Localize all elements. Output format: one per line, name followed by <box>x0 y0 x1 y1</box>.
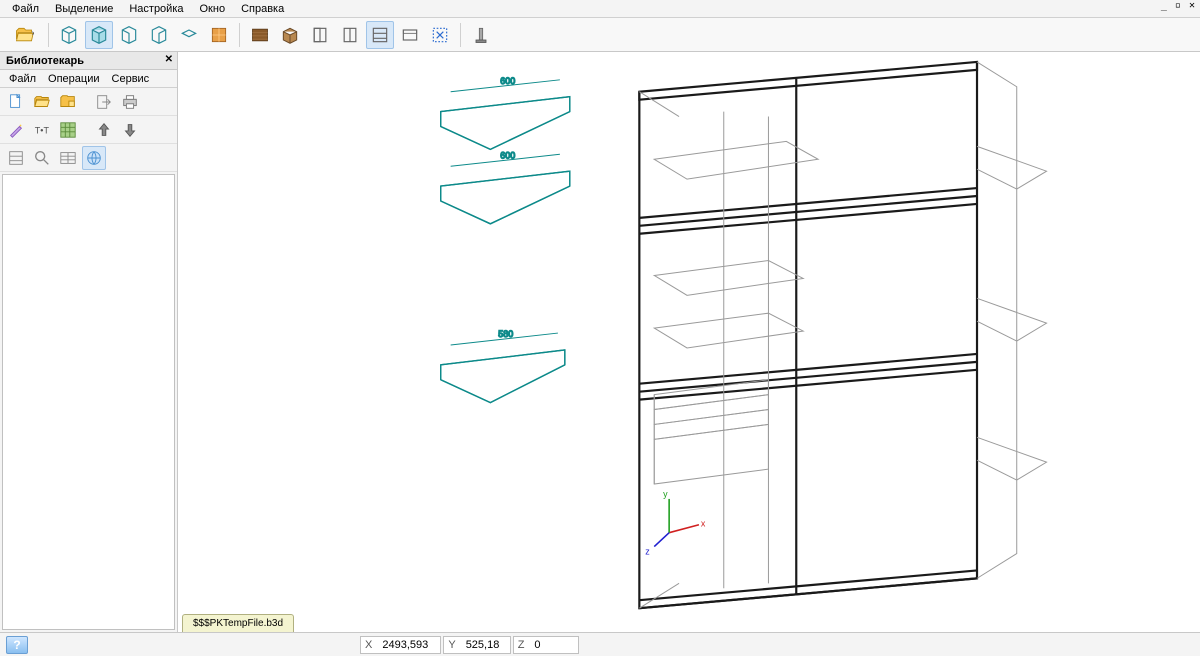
view-right-icon[interactable] <box>145 21 173 49</box>
view-iso-icon[interactable] <box>85 21 113 49</box>
status-bar: ? X 2493,593 Y 525,18 Z 0 <box>0 632 1200 656</box>
axis-z-label: z <box>645 547 650 557</box>
window-controls[interactable]: _ ▫ ✕ <box>1161 0 1196 11</box>
panel-close-icon[interactable]: ✕ <box>165 54 173 65</box>
export-icon[interactable] <box>92 90 116 114</box>
coord-z-value[interactable]: 0 <box>528 639 578 651</box>
globe-icon[interactable] <box>82 146 106 170</box>
dim-shelf-1: 600 <box>500 76 515 86</box>
axis-x-label: x <box>701 519 706 529</box>
librarian-panel: Библиотекарь ✕ Файл Операции Сервис T•T <box>0 52 178 632</box>
arrow-down-icon[interactable] <box>118 118 142 142</box>
menu-window[interactable]: Окно <box>194 2 232 16</box>
svg-text:T•T: T•T <box>35 125 50 135</box>
view-front-icon[interactable] <box>55 21 83 49</box>
panel-toolbar-3 <box>0 144 177 172</box>
coordinate-readout: X 2493,593 Y 525,18 Z 0 <box>360 636 579 654</box>
menu-settings[interactable]: Настройка <box>123 2 189 16</box>
coord-y-label: Y <box>444 639 459 651</box>
panel-menu: Файл Операции Сервис <box>0 70 177 88</box>
coord-z-label: Z <box>514 639 529 651</box>
new-doc-icon[interactable] <box>4 90 28 114</box>
print-icon[interactable] <box>118 90 142 114</box>
search-icon[interactable] <box>30 146 54 170</box>
list-icon[interactable] <box>4 146 28 170</box>
select-tool-icon[interactable] <box>426 21 454 49</box>
grid-icon[interactable] <box>56 118 80 142</box>
library-tree[interactable] <box>2 174 175 630</box>
panel-menu-service[interactable]: Сервис <box>107 72 155 86</box>
table-icon[interactable] <box>56 146 80 170</box>
help-button[interactable]: ? <box>6 636 28 654</box>
3d-viewport[interactable]: 600 600 580 <box>178 52 1200 632</box>
3d-drawing: 600 600 580 <box>178 52 1200 632</box>
file-tab[interactable]: $$$PKTempFile.b3d <box>182 614 294 632</box>
save-folder-icon[interactable] <box>56 90 80 114</box>
text-icon[interactable]: T•T <box>30 118 54 142</box>
menu-help[interactable]: Справка <box>235 2 290 16</box>
view-left-icon[interactable] <box>115 21 143 49</box>
panel-toolbar-1 <box>0 88 177 116</box>
dim-shelf-3: 580 <box>498 329 513 339</box>
view-texture-icon[interactable] <box>205 21 233 49</box>
open-button[interactable] <box>6 21 42 49</box>
material-box-icon[interactable] <box>276 21 304 49</box>
panel-title: Библиотекарь <box>6 55 84 67</box>
coord-x-label: X <box>361 639 376 651</box>
menu-bar: Файл Выделение Настройка Окно Справка _ … <box>0 0 1200 18</box>
panel-toolbar-2: T•T <box>0 116 177 144</box>
arrow-up-icon[interactable] <box>92 118 116 142</box>
panel-tool-icon[interactable] <box>306 21 334 49</box>
menu-selection[interactable]: Выделение <box>49 2 119 16</box>
axis-y-label: y <box>663 489 668 499</box>
view-top-icon[interactable] <box>175 21 203 49</box>
panel-menu-operations[interactable]: Операции <box>43 72 104 86</box>
open-folder-icon[interactable] <box>30 90 54 114</box>
coord-y-value[interactable]: 525,18 <box>460 639 510 651</box>
file-tab-bar: $$$PKTempFile.b3d <box>178 612 294 632</box>
panel-title-bar: Библиотекарь ✕ <box>0 52 177 70</box>
shelf-tool-icon[interactable] <box>366 21 394 49</box>
menu-file[interactable]: Файл <box>6 2 45 16</box>
main-toolbar <box>0 18 1200 52</box>
coord-x-value[interactable]: 2493,593 <box>376 639 440 651</box>
wand-icon[interactable] <box>4 118 28 142</box>
panel-menu-file[interactable]: Файл <box>4 72 41 86</box>
material-wood-icon[interactable] <box>246 21 274 49</box>
door-tool-icon[interactable] <box>336 21 364 49</box>
drawer-tool-icon[interactable] <box>396 21 424 49</box>
dim-shelf-2: 600 <box>500 150 515 160</box>
hardware-tool-icon[interactable] <box>467 21 495 49</box>
axis-gizmo: x y z <box>645 489 706 557</box>
